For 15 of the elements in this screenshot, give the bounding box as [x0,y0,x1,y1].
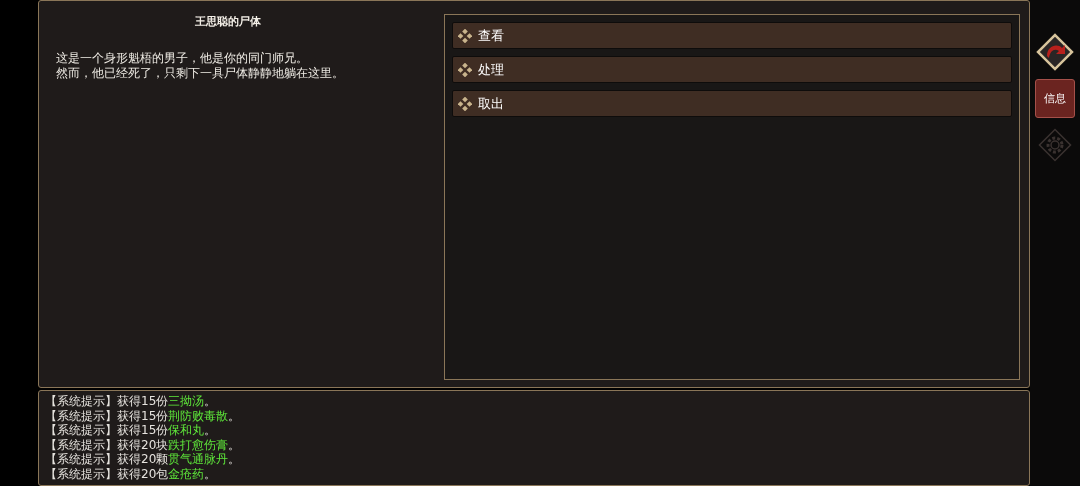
action-button[interactable]: 查看 [452,22,1012,49]
log-message: 【系统提示】获得15份保和丸。 [45,423,218,438]
diamond-icon [458,62,472,77]
log-message: 【系统提示】获得15份三拗汤。 [45,394,218,409]
log-message: 【系统提示】获得20包金疮药。 [45,466,218,481]
log-message: 【系统提示】获得20颗贯气通脉丹。 [45,452,242,467]
action-button[interactable]: 取出 [452,90,1012,117]
diamond-icon [458,96,472,111]
diamond-icon [458,28,472,43]
log-message: 【系统提示】获得20块跌打愈伤膏。 [45,437,242,452]
panel-title: 王思聪的尸体 [194,14,261,29]
log-message: 【系统提示】获得15份荆防败毒散。 [45,408,242,423]
action-button[interactable]: 处理 [452,56,1012,83]
description-text: 这是一个身形魁梧的男子，他是你的同门师兄。 然而，他已经死了，只剩下一具尸体静静地躺在这里。 [56,51,344,81]
info-button[interactable]: 信息 [1035,79,1075,118]
